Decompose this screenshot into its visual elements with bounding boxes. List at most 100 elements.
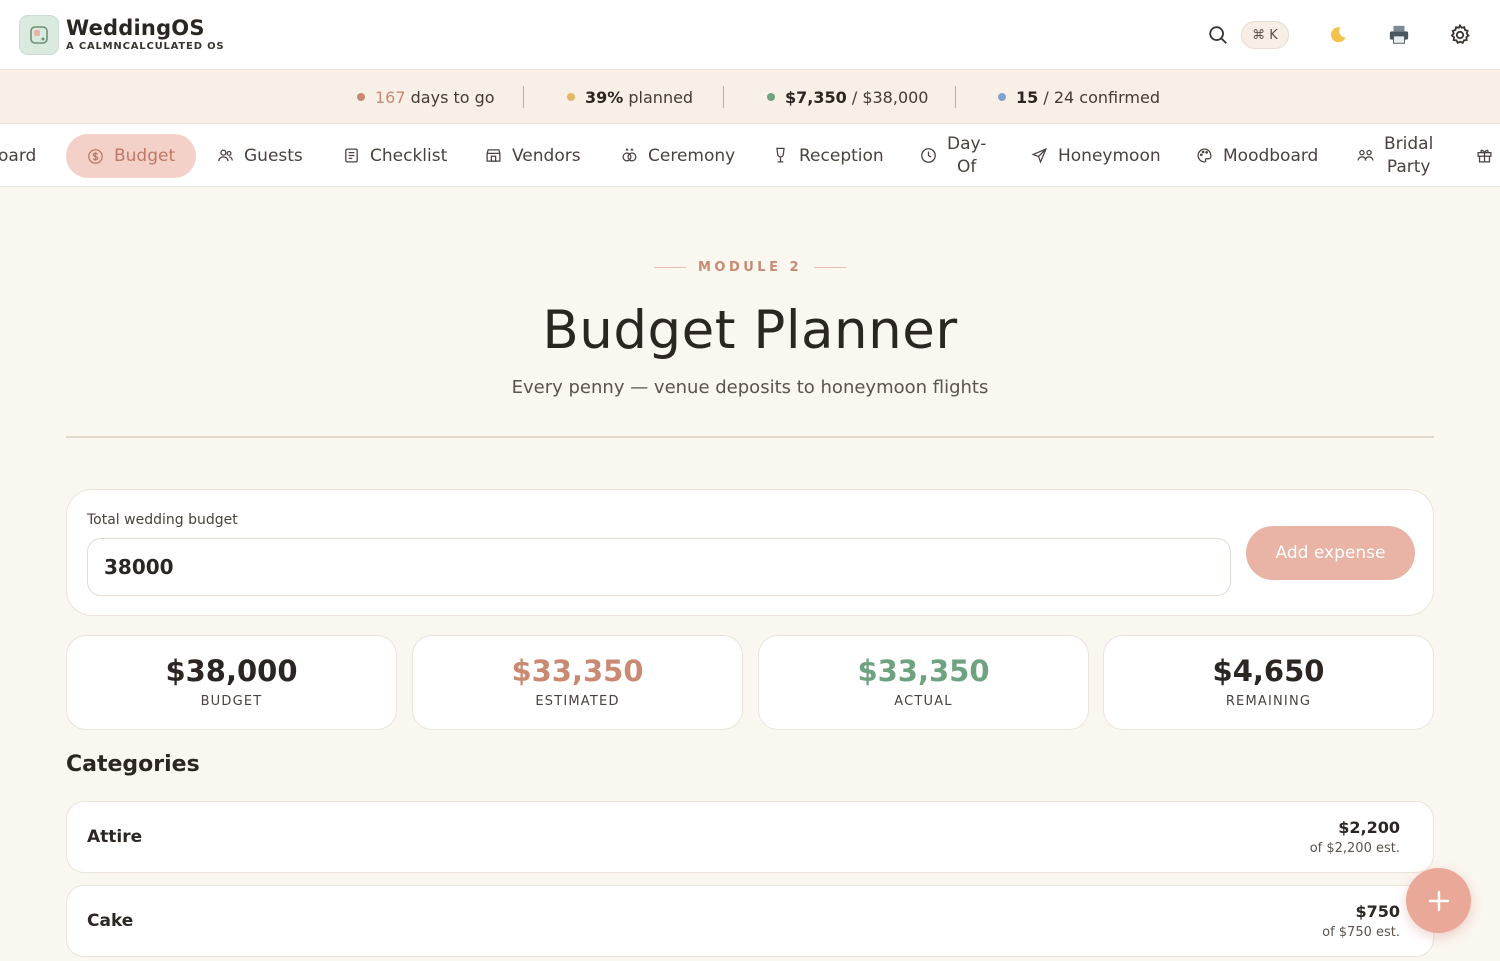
checklist-icon	[345, 148, 358, 163]
tab-moodboard[interactable]: Moodboard	[1196, 124, 1319, 186]
tab-honeymoon[interactable]: Honeymoon	[1031, 124, 1161, 186]
glass-icon	[776, 147, 785, 163]
store-icon	[486, 149, 501, 162]
users-icon	[218, 149, 233, 162]
kpi-caption: ACTUAL	[894, 694, 953, 709]
palette-icon	[1197, 148, 1212, 163]
module-nav: oard Budget Guests Checklist Vendors Cer…	[0, 124, 1500, 187]
tab-label: Vendors	[512, 145, 581, 166]
tab-label-line1: Bridal	[1384, 133, 1434, 154]
module-eyebrow: MODULE 2	[0, 260, 1500, 275]
group-icon	[1357, 149, 1374, 161]
status-dot	[767, 93, 775, 101]
tab-gifts[interactable]	[1476, 124, 1500, 186]
tab-bridal-party[interactable]: Bridal Party	[1357, 124, 1433, 186]
category-amount: $2,200	[1338, 818, 1400, 837]
moon-icon[interactable]	[1323, 20, 1353, 50]
tab-ceremony[interactable]: Ceremony	[621, 124, 736, 186]
kpi-actual: $33,350 ACTUAL	[758, 635, 1089, 730]
plus-icon	[1428, 890, 1449, 911]
eyebrow-line	[814, 267, 847, 268]
category-estimate: of $2,200 est.	[1309, 841, 1400, 856]
budget-card: Total wedding budget Add expense	[66, 489, 1434, 616]
divider	[66, 436, 1434, 438]
tab-label: oard	[0, 145, 37, 166]
tab-label: Budget	[114, 146, 176, 166]
add-fab-button[interactable]	[1406, 868, 1471, 933]
confirmed-total: / 24 confirmed	[1043, 87, 1160, 107]
tab-label-line2: Party	[1386, 156, 1431, 177]
command-shortcut-badge[interactable]: ⌘ K	[1241, 21, 1289, 49]
dollar-icon	[88, 148, 103, 164]
category-name: Attire	[87, 827, 143, 847]
tab-label: Honeymoon	[1058, 145, 1161, 166]
tab-label: Ceremony	[648, 145, 736, 166]
tab-label: Guests	[244, 145, 303, 166]
planned-label: planned	[628, 87, 694, 107]
total-budget-input[interactable]	[87, 538, 1231, 596]
kpi-value: $33,350	[511, 654, 644, 688]
gift-icon	[1477, 149, 1492, 163]
spent-stat: $7,350 / $38,000	[767, 70, 928, 124]
planned-value: 39%	[585, 87, 624, 107]
module-label: MODULE 2	[697, 260, 803, 275]
kpi-caption: REMAINING	[1225, 694, 1312, 709]
category-row[interactable]: Cake $750 of $750 est.	[66, 885, 1434, 957]
kpi-budget: $38,000 BUDGET	[66, 635, 397, 730]
tab-label-line2: Of	[957, 156, 977, 177]
status-dot	[357, 93, 365, 101]
tab-label: Moodboard	[1223, 145, 1319, 166]
divider	[523, 86, 524, 108]
app-name: WeddingOS	[66, 16, 205, 40]
days-value: 167	[375, 87, 406, 107]
days-label: days to go	[410, 87, 495, 107]
tab-dashboard[interactable]: oard	[0, 124, 37, 186]
status-dot	[998, 93, 1006, 101]
tab-label: Bridal Party	[1384, 133, 1433, 179]
tab-label: Checklist	[370, 145, 448, 166]
divider	[955, 86, 956, 108]
confirmed-stat: 15 / 24 confirmed	[998, 70, 1160, 124]
category-estimate: of $750 est.	[1322, 925, 1400, 940]
page-subtitle: Every penny — venue deposits to honeymoo…	[511, 377, 989, 398]
kpi-caption: ESTIMATED	[535, 694, 620, 709]
kpi-value: $4,650	[1212, 654, 1325, 688]
tab-label: Day- Of	[947, 133, 986, 179]
divider	[723, 86, 724, 108]
top-bar: WeddingOS A CALMNCALCULATED OS ⌘ K	[0, 0, 1500, 70]
spent-total: / $38,000	[851, 87, 929, 107]
tab-budget[interactable]: Budget	[66, 134, 197, 178]
tab-guests[interactable]: Guests	[217, 124, 303, 186]
tab-vendors[interactable]: Vendors	[485, 124, 581, 186]
tab-day-of[interactable]: Day- Of	[920, 124, 986, 186]
logo-icon[interactable]	[19, 15, 59, 55]
tab-checklist[interactable]: Checklist	[343, 124, 448, 186]
tab-label-line1: Day-	[947, 133, 987, 154]
category-amount: $750	[1355, 902, 1400, 921]
eyebrow-line	[653, 267, 686, 268]
plane-icon	[1031, 147, 1048, 164]
categories-heading: Categories	[66, 752, 200, 777]
tab-label: Reception	[799, 145, 884, 166]
add-expense-button[interactable]: Add expense	[1246, 526, 1415, 580]
status-strip: 167 days to go 39% planned $7,350 / $38,…	[0, 70, 1500, 124]
page-title: Budget Planner	[542, 300, 958, 361]
days-to-go-stat: 167 days to go	[357, 70, 495, 124]
confirmed-value: 15	[1016, 87, 1039, 107]
kpi-estimated: $33,350 ESTIMATED	[412, 635, 743, 730]
category-row[interactable]: Attire $2,200 of $2,200 est.	[66, 801, 1434, 873]
app-tagline: A CALMNCALCULATED OS	[66, 41, 225, 52]
kpi-value: $33,350	[857, 654, 990, 688]
spent-value: $7,350	[785, 87, 847, 107]
search-icon[interactable]	[1203, 20, 1233, 50]
kpi-value: $38,000	[165, 654, 298, 688]
budget-field-label: Total wedding budget	[87, 512, 238, 528]
rings-icon	[622, 148, 637, 162]
tab-reception[interactable]: Reception	[772, 124, 884, 186]
kpi-remaining: $4,650 REMAINING	[1103, 635, 1434, 730]
planned-stat: 39% planned	[567, 70, 693, 124]
category-name: Cake	[87, 911, 134, 931]
printer-icon[interactable]	[1384, 20, 1414, 50]
gear-icon[interactable]	[1445, 20, 1475, 50]
clock-icon	[921, 148, 936, 163]
